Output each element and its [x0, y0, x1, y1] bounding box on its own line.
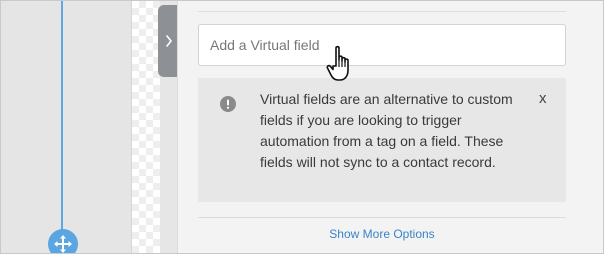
- virtual-field-info-box: Virtual fields are an alternative to cus…: [198, 78, 566, 202]
- move-handle-button[interactable]: [48, 229, 78, 253]
- transparent-strip: [132, 1, 160, 253]
- virtual-field-info-text: Virtual fields are an alternative to cus…: [260, 91, 513, 170]
- settings-panel: Virtual fields are an alternative to cus…: [177, 1, 603, 253]
- options-divider: [198, 217, 566, 218]
- chevron-right-icon: [166, 35, 172, 47]
- automation-canvas: [1, 1, 132, 253]
- panel-top-divider: [198, 11, 566, 12]
- app-frame: Virtual fields are an alternative to cus…: [0, 0, 604, 254]
- exclamation-circle-icon: [220, 96, 236, 112]
- move-arrows-icon: [54, 235, 72, 253]
- dismiss-info-button[interactable]: x: [539, 90, 547, 107]
- show-more-options-link[interactable]: Show More Options: [198, 227, 566, 241]
- flow-connector-line: [61, 1, 63, 233]
- virtual-field-input[interactable]: [198, 24, 566, 66]
